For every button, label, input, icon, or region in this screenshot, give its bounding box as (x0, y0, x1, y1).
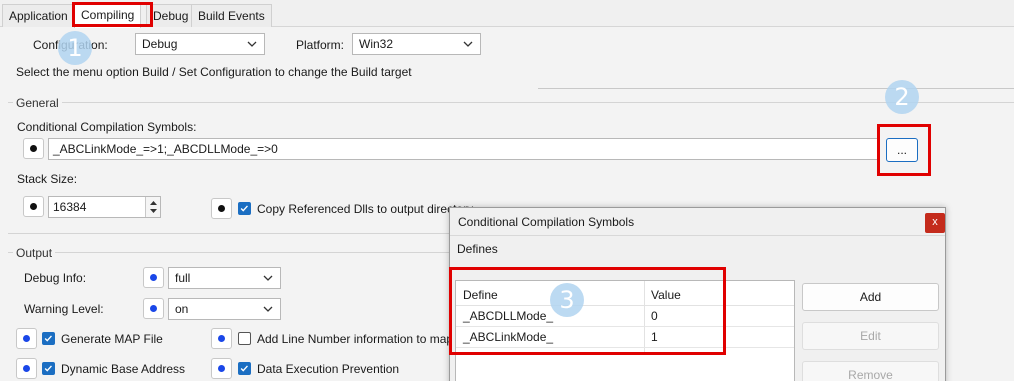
symbols-input[interactable]: _ABCLinkMode_=>1;_ABCDLLMode_=>0 (48, 138, 878, 160)
annotation-badge-2: 2 (885, 80, 919, 114)
edit-button[interactable]: Edit (802, 322, 939, 350)
tab-build-events[interactable]: Build Events (191, 4, 272, 27)
divider (538, 88, 1014, 89)
warning-level-label: Warning Level: (24, 302, 104, 316)
annotation-badge-1: 1 (58, 31, 92, 65)
stack-size-value: 16384 (53, 200, 87, 214)
spinner-arrows-icon (150, 201, 157, 213)
platform-value: Win32 (359, 37, 394, 51)
check-icon (44, 335, 52, 342)
debug-info-value: full (175, 271, 191, 285)
platform-dropdown[interactable]: Win32 (352, 33, 481, 55)
dynamic-base-label: Dynamic Base Address (61, 362, 186, 376)
dep-label: Data Execution Prevention (257, 362, 400, 376)
chevron-down-icon (247, 41, 257, 47)
highlight-box-ellipsis (877, 124, 931, 176)
output-group-border (8, 252, 450, 253)
output-group-title: Output (13, 246, 56, 260)
check-icon (240, 205, 248, 212)
configuration-dropdown[interactable]: Debug (135, 33, 265, 55)
stack-size-spinner[interactable] (145, 197, 160, 217)
dep-checkbox[interactable] (238, 362, 251, 375)
check-icon (240, 365, 248, 372)
highlight-box-tab (72, 2, 153, 27)
copy-dlls-checkbox[interactable] (238, 202, 251, 215)
tab-debug[interactable]: Debug (146, 4, 196, 27)
generate-map-checkbox[interactable] (42, 332, 55, 345)
highlight-box-defines (449, 267, 726, 355)
warning-level-dot-button[interactable] (143, 298, 164, 319)
copy-dlls-label: Copy Referenced Dlls to output directory (257, 202, 474, 216)
copy-dlls-dot-button[interactable] (211, 198, 232, 219)
platform-label: Platform: (296, 38, 345, 52)
symbols-label: Conditional Compilation Symbols: (17, 120, 197, 134)
symbols-dot-button[interactable] (23, 138, 44, 159)
line-number-label: Add Line Number information to map file (257, 332, 472, 346)
dynamic-base-dot-button[interactable] (16, 358, 37, 379)
defines-label: Defines (457, 242, 498, 256)
debug-info-dot-button[interactable] (143, 267, 164, 288)
stack-size-label: Stack Size: (17, 172, 78, 186)
annotation-badge-3: 3 (550, 283, 584, 317)
configuration-value: Debug (142, 37, 178, 51)
add-button[interactable]: Add (802, 283, 939, 311)
chevron-down-icon (263, 275, 273, 281)
generate-map-label: Generate MAP File (61, 332, 163, 346)
line-number-checkbox[interactable] (238, 332, 251, 345)
dialog-title-divider (450, 235, 945, 236)
warning-level-value: on (175, 302, 189, 316)
close-icon: x (932, 216, 938, 228)
general-group-border (8, 102, 1014, 103)
warning-level-dropdown[interactable]: on (168, 298, 281, 320)
remove-button[interactable]: Remove (802, 361, 939, 381)
stack-size-dot-button[interactable] (23, 196, 44, 217)
general-group-title: General (13, 96, 62, 110)
configuration-hint: Select the menu option Build / Set Confi… (16, 65, 412, 79)
dep-dot-button[interactable] (211, 358, 232, 379)
debug-info-dropdown[interactable]: full (168, 267, 281, 289)
debug-info-label: Debug Info: (24, 271, 87, 285)
check-icon (44, 365, 52, 372)
generate-map-dot-button[interactable] (16, 328, 37, 349)
chevron-down-icon (463, 41, 473, 47)
dialog-close-button[interactable]: x (925, 213, 945, 233)
dialog-title: Conditional Compilation Symbols (458, 215, 635, 229)
general-group-bottom (8, 233, 450, 234)
line-number-dot-button[interactable] (211, 328, 232, 349)
chevron-down-icon (263, 306, 273, 312)
tab-application[interactable]: Application (2, 4, 75, 27)
dynamic-base-checkbox[interactable] (42, 362, 55, 375)
